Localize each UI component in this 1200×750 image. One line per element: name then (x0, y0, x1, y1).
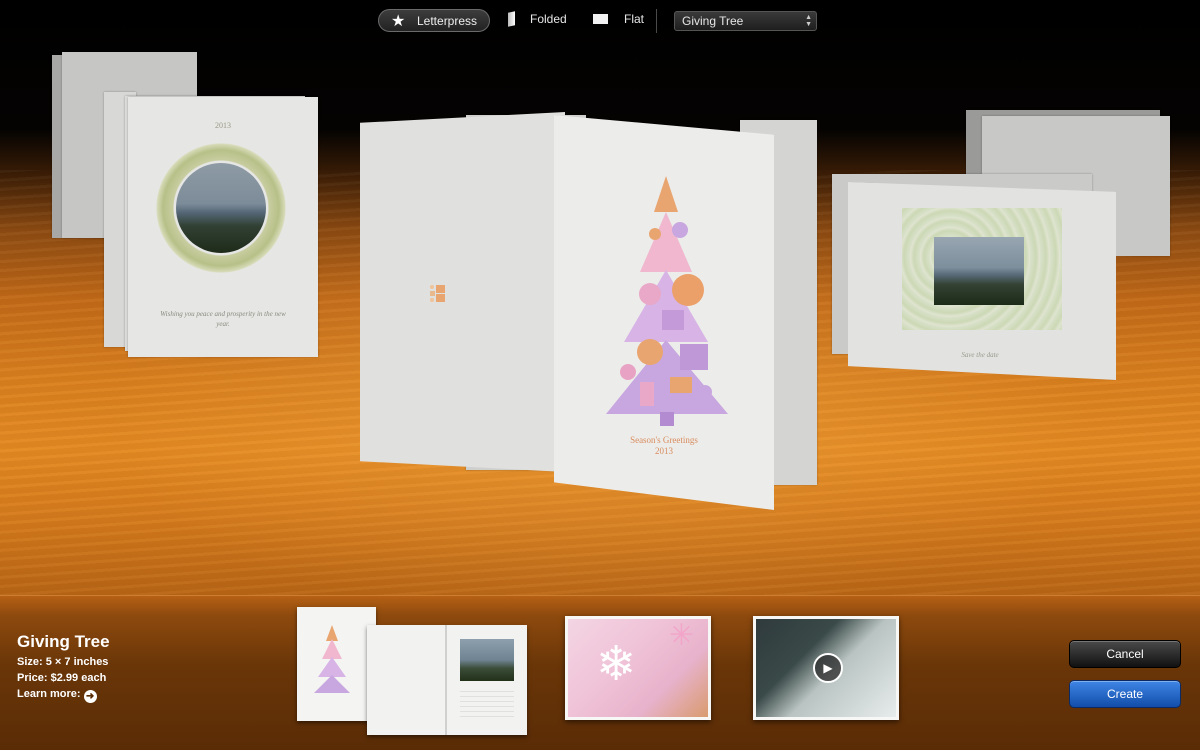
giving-tree-illustration (606, 176, 728, 426)
size-value: 5 × 7 inches (45, 656, 109, 668)
style-letterpress-label: Letterpress (417, 13, 478, 28)
theme-details: Giving Tree Size: 5 × 7 inches Price: $2… (17, 632, 110, 703)
style-option-flat[interactable]: Flat (593, 12, 644, 26)
preview-thumb-detail[interactable]: ❄ ✳ (565, 616, 711, 720)
greeting-line-2: 2013 (655, 446, 673, 456)
arrow-right-circle-icon: ➜ (83, 690, 97, 703)
center-card-greeting: Season's Greetings 2013 (554, 435, 774, 457)
theme-name: Giving Tree (17, 632, 110, 651)
wreath-card-photo[interactable] (176, 163, 266, 253)
center-card-inside-panel[interactable] (360, 112, 565, 472)
card-carousel-stage: 2013 Wishing you peace and prosperity in… (0, 0, 1200, 595)
card-style-toolbar: ★ Letterpress Folded Flat Giving Tree ▲ ▼ (0, 9, 1200, 35)
size-label: Size: (17, 656, 43, 668)
size-row: Size: 5 × 7 inches (17, 654, 110, 670)
card-wreath[interactable]: 2013 Wishing you peace and prosperity in… (128, 97, 318, 357)
save-the-date-photo[interactable] (934, 237, 1024, 305)
folded-card-icon (508, 11, 515, 27)
preview-thumb-inside[interactable] (367, 625, 527, 735)
snowflake-small-icon: ✳ (668, 619, 694, 652)
style-flat-label: Flat (624, 12, 645, 26)
wreath-card-message: Wishing you peace and prosperity in the … (160, 310, 286, 328)
mini-tree-illustration (314, 625, 350, 693)
price-value: $2.99 each (50, 672, 107, 684)
mini-gift-icon (430, 285, 445, 302)
price-row: Price: $2.99 each (17, 670, 110, 686)
create-button[interactable]: Create (1069, 680, 1181, 708)
save-the-date-text: Save the date (961, 351, 999, 359)
style-folded-label: Folded (530, 12, 567, 26)
learn-more-link[interactable]: Learn more: ➜ (17, 686, 110, 703)
updown-chevron-icon: ▲ ▼ (805, 14, 812, 28)
preview-thumb-video[interactable]: ▶ (753, 616, 899, 720)
wreath-card-year: 2013 (215, 121, 231, 130)
flat-card-icon (593, 14, 608, 24)
thumb-fold-line (445, 625, 447, 735)
thumb-inside-photo (460, 639, 514, 681)
theme-select[interactable]: Giving Tree ▲ ▼ (674, 11, 817, 31)
learn-more-label: Learn more: (17, 688, 81, 700)
thumb-inside-text (460, 687, 514, 717)
play-icon[interactable]: ▶ (813, 653, 843, 683)
snowflake-icon: ❄ (596, 638, 637, 691)
style-option-folded[interactable]: Folded (508, 11, 567, 27)
theme-select-value: Giving Tree (682, 14, 744, 28)
theme-info-panel: Giving Tree Size: 5 × 7 inches Price: $2… (0, 595, 1200, 750)
greeting-line-1: Season's Greetings (630, 435, 698, 445)
style-option-letterpress[interactable]: ★ Letterpress (378, 9, 490, 32)
star-icon: ★ (391, 12, 406, 30)
cancel-button[interactable]: Cancel (1069, 640, 1181, 668)
toolbar-divider (656, 9, 657, 33)
price-label: Price: (17, 672, 48, 684)
